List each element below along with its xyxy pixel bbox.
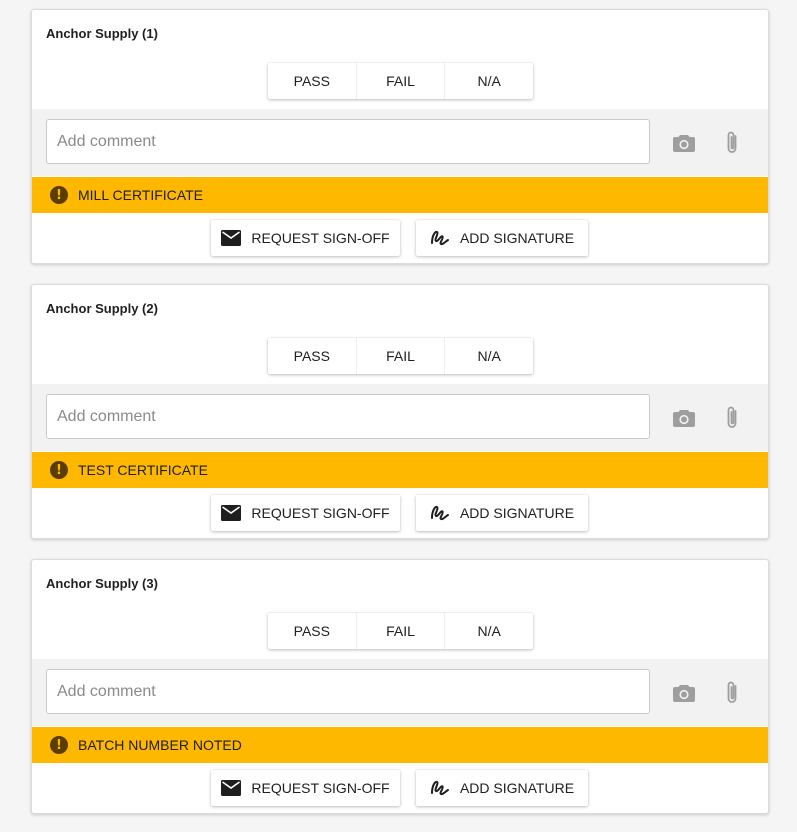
envelope-icon xyxy=(221,780,242,796)
result-toggle-group: PASS FAIL N/A xyxy=(268,613,533,649)
request-signoff-button[interactable]: REQUEST SIGN-OFF xyxy=(211,220,400,256)
camera-icon[interactable] xyxy=(670,679,698,707)
result-toggle-group: PASS FAIL N/A xyxy=(268,63,533,99)
add-signature-label: ADD SIGNATURE xyxy=(459,505,575,521)
camera-icon[interactable] xyxy=(670,404,698,432)
fail-button[interactable]: FAIL xyxy=(357,63,446,99)
na-button[interactable]: N/A xyxy=(445,338,533,374)
comment-input[interactable] xyxy=(46,669,650,714)
na-button[interactable]: N/A xyxy=(445,63,533,99)
signature-icon xyxy=(430,780,449,796)
warning-bar: ! MILL CERTIFICATE xyxy=(32,177,768,213)
comment-input[interactable] xyxy=(46,119,650,164)
comment-row xyxy=(32,384,768,451)
checklist-card-2: Anchor Supply (2) PASS FAIL N/A ! TEST C… xyxy=(31,284,769,539)
envelope-icon xyxy=(221,505,242,521)
comment-input[interactable] xyxy=(46,394,650,439)
paperclip-icon[interactable] xyxy=(718,679,746,707)
card-title: Anchor Supply (3) xyxy=(46,576,158,591)
paperclip-icon[interactable] xyxy=(718,129,746,157)
warning-text: MILL CERTIFICATE xyxy=(78,187,203,203)
warning-text: BATCH NUMBER NOTED xyxy=(78,737,242,753)
add-signature-button[interactable]: ADD SIGNATURE xyxy=(416,770,588,806)
fail-button[interactable]: FAIL xyxy=(357,613,446,649)
warning-bar: ! BATCH NUMBER NOTED xyxy=(32,727,768,763)
request-signoff-label: REQUEST SIGN-OFF xyxy=(251,505,390,521)
checklist-card-3: Anchor Supply (3) PASS FAIL N/A ! BATCH … xyxy=(31,559,769,814)
na-button[interactable]: N/A xyxy=(445,613,533,649)
add-signature-button[interactable]: ADD SIGNATURE xyxy=(416,495,588,531)
signature-icon xyxy=(430,505,449,521)
pass-button[interactable]: PASS xyxy=(268,338,357,374)
add-signature-label: ADD SIGNATURE xyxy=(459,230,575,246)
request-signoff-label: REQUEST SIGN-OFF xyxy=(251,780,390,796)
request-signoff-button[interactable]: REQUEST SIGN-OFF xyxy=(211,495,400,531)
paperclip-icon[interactable] xyxy=(718,404,746,432)
warning-icon: ! xyxy=(50,736,68,754)
warning-icon: ! xyxy=(50,461,68,479)
add-signature-button[interactable]: ADD SIGNATURE xyxy=(416,220,588,256)
envelope-icon xyxy=(221,230,242,246)
camera-icon[interactable] xyxy=(670,129,698,157)
checklist-card-1: Anchor Supply (1) PASS FAIL N/A ! MILL C… xyxy=(31,9,769,264)
result-toggle-group: PASS FAIL N/A xyxy=(268,338,533,374)
request-signoff-label: REQUEST SIGN-OFF xyxy=(251,230,390,246)
pass-button[interactable]: PASS xyxy=(268,63,357,99)
comment-row xyxy=(32,659,768,726)
fail-button[interactable]: FAIL xyxy=(357,338,446,374)
warning-icon: ! xyxy=(50,186,68,204)
warning-bar: ! TEST CERTIFICATE xyxy=(32,452,768,488)
request-signoff-button[interactable]: REQUEST SIGN-OFF xyxy=(211,770,400,806)
add-signature-label: ADD SIGNATURE xyxy=(459,780,575,796)
comment-row xyxy=(32,109,768,176)
pass-button[interactable]: PASS xyxy=(268,613,357,649)
signature-icon xyxy=(430,230,449,246)
card-title: Anchor Supply (1) xyxy=(46,26,158,41)
warning-text: TEST CERTIFICATE xyxy=(78,462,208,478)
card-title: Anchor Supply (2) xyxy=(46,301,158,316)
